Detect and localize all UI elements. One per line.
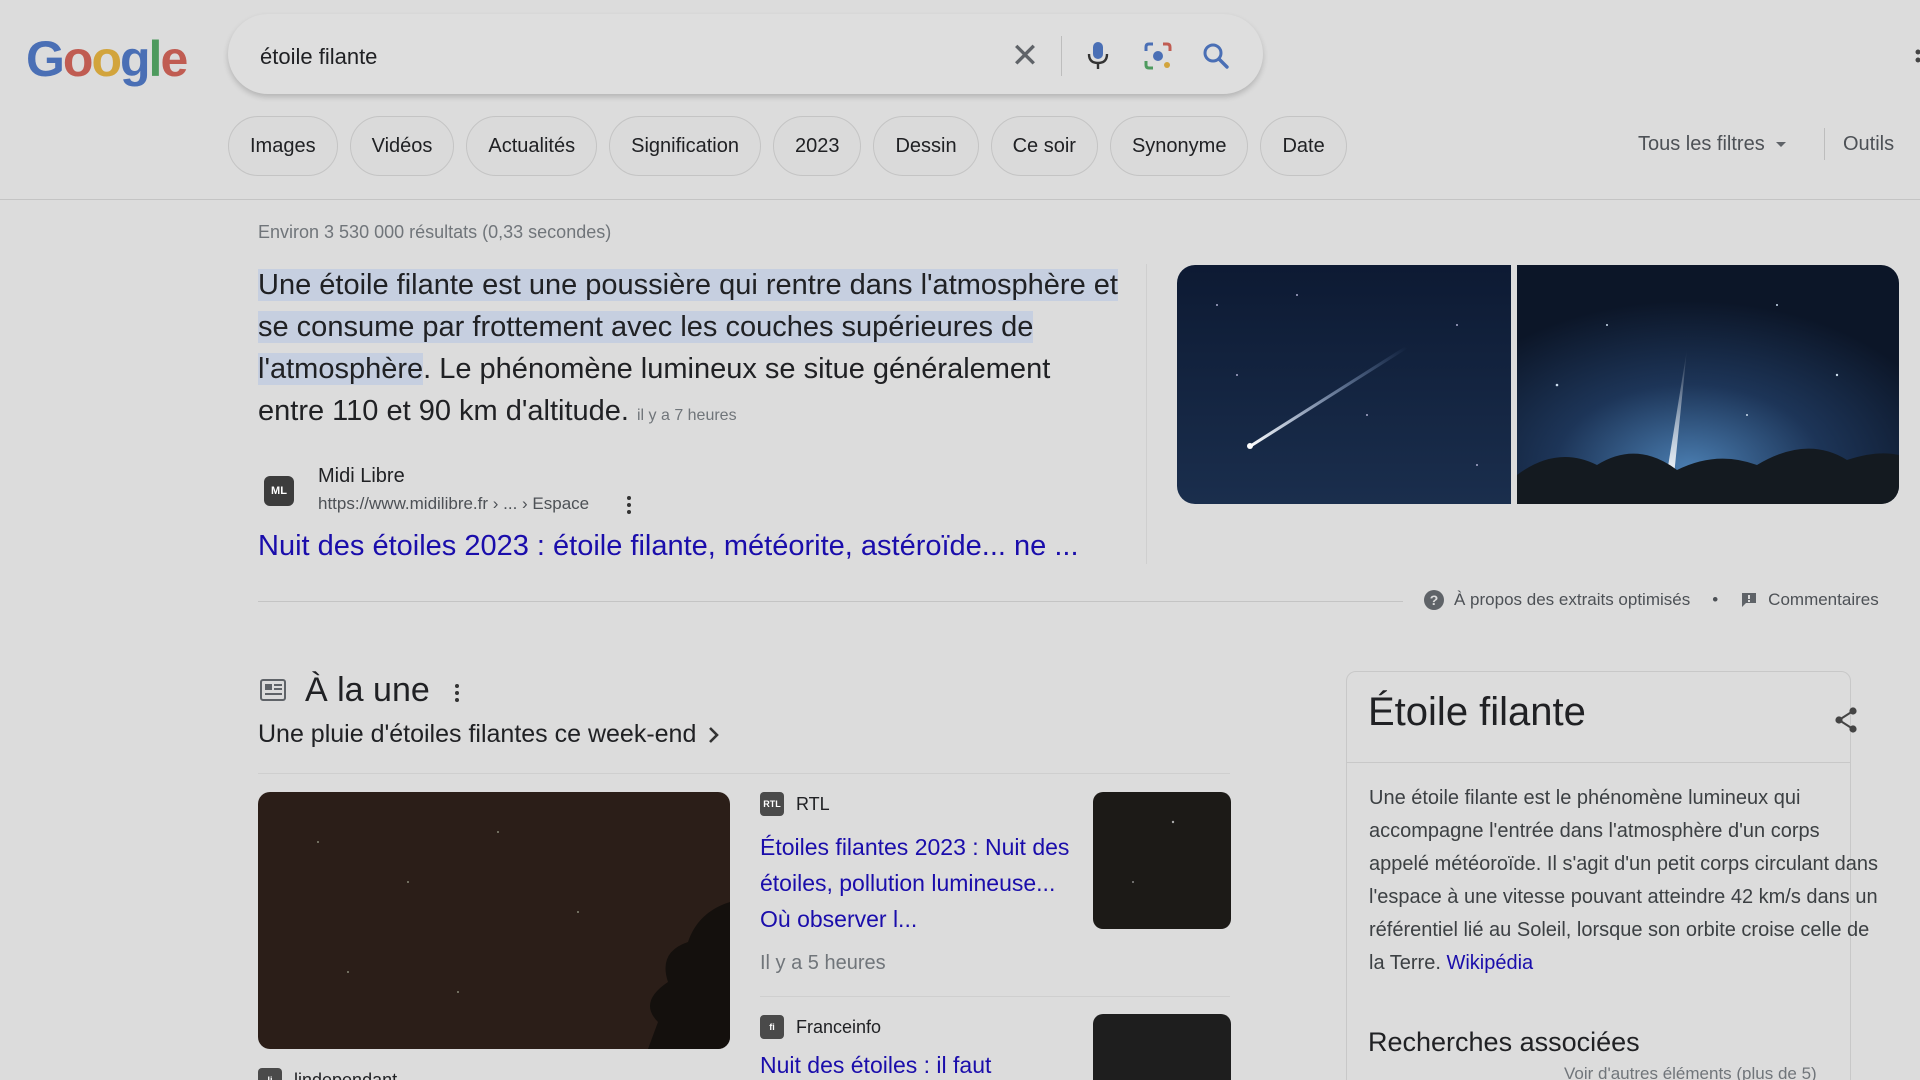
chip-signification[interactable]: Signification xyxy=(609,116,761,176)
story-source-name: Franceinfo xyxy=(796,1016,882,1037)
all-filters-button[interactable]: Tous les filtres xyxy=(1638,133,1787,156)
meteor-image-2[interactable] xyxy=(1517,265,1899,504)
story-source-rtl[interactable]: RTL RTL xyxy=(760,792,830,816)
story-cluster-title: Une pluie d'étoiles filantes ce week-end xyxy=(258,720,697,748)
rtl-favicon: RTL xyxy=(760,792,784,816)
chip-dessin[interactable]: Dessin xyxy=(873,116,979,176)
story-source-name: lindependant xyxy=(294,1069,398,1080)
story-divider xyxy=(258,773,1230,774)
filters-divider xyxy=(1824,128,1825,160)
source-name[interactable]: Midi Libre xyxy=(318,465,405,488)
header-divider xyxy=(0,199,1920,200)
lens-icon[interactable] xyxy=(1138,36,1178,76)
story-time: Il y a 5 heures xyxy=(760,952,886,974)
logo-letter: l xyxy=(148,31,163,87)
logo-letter: G xyxy=(26,31,65,87)
search-input[interactable]: étoile filante xyxy=(260,44,377,70)
story-source-lindependant[interactable]: li lindependant xyxy=(258,1068,397,1080)
share-icon[interactable] xyxy=(1833,706,1859,734)
logo-letter: o xyxy=(91,31,122,87)
snippet-bottom-divider xyxy=(258,601,1403,602)
logo-letter: e xyxy=(160,31,188,87)
chip-2023[interactable]: 2023 xyxy=(772,116,862,176)
dropdown-icon xyxy=(1775,141,1786,147)
chip-videos[interactable]: Vidéos xyxy=(349,116,455,176)
story-source-franceinfo[interactable]: fi Franceinfo xyxy=(760,1015,881,1039)
story-title-link[interactable]: Nuit des étoiles : il faut xyxy=(760,1052,991,1079)
source-url[interactable]: https://www.midilibre.fr › ... › Espace xyxy=(318,494,589,514)
snippet-footer: ? À propos des extraits optimisés • Comm… xyxy=(1424,590,1879,610)
chip-ce-soir[interactable]: Ce soir xyxy=(990,116,1098,176)
story-item-divider xyxy=(760,996,1230,997)
feedback-link[interactable]: Commentaires xyxy=(1768,590,1879,610)
featured-snippet-text: Une étoile filante est une poussière qui… xyxy=(258,264,1118,437)
logo-letter: g xyxy=(120,31,151,87)
news-icon xyxy=(260,678,286,702)
snippet-time: il y a 7 heures xyxy=(636,407,737,424)
search-icon[interactable] xyxy=(1196,36,1236,76)
story-thumbnail[interactable] xyxy=(1093,792,1231,929)
filter-chips: Images Vidéos Actualités Signification 2… xyxy=(228,116,1347,176)
apps-icon[interactable] xyxy=(1912,48,1920,64)
story-cluster-link[interactable]: Une pluie d'étoiles filantes ce week-end xyxy=(258,720,720,749)
result-stats: Environ 3 530 000 résultats (0,33 second… xyxy=(258,222,612,242)
story-main-image[interactable] xyxy=(258,792,730,1049)
chevron-right-icon xyxy=(709,726,720,743)
kp-description-text: Une étoile filante est le phénomène lumi… xyxy=(1369,787,1879,974)
chip-actualites[interactable]: Actualités xyxy=(466,116,598,176)
story-thumbnail[interactable] xyxy=(1093,1014,1231,1080)
all-filters-label: Tous les filtres xyxy=(1638,133,1765,155)
about-snippets-link[interactable]: À propos des extraits optimisés xyxy=(1454,590,1690,610)
feedback-icon[interactable] xyxy=(1740,591,1758,609)
search-divider xyxy=(1061,36,1062,76)
related-searches-title: Recherches associées xyxy=(1368,1027,1640,1057)
tools-button[interactable]: Outils xyxy=(1843,133,1894,156)
snippet-result-link[interactable]: Nuit des étoiles 2023 : étoile filante, … xyxy=(258,530,1079,563)
logo-letter: o xyxy=(62,31,94,87)
chip-synonyme[interactable]: Synonyme xyxy=(1109,116,1249,176)
knowledge-panel-description: Une étoile filante est le phénomène lumi… xyxy=(1369,782,1879,980)
google-logo[interactable]: Google xyxy=(26,30,188,88)
kebab-menu-icon[interactable] xyxy=(622,494,636,516)
wikipedia-link[interactable]: Wikipédia xyxy=(1446,952,1533,974)
clear-icon[interactable]: ✕ xyxy=(1005,36,1045,76)
chip-date[interactable]: Date xyxy=(1260,116,1347,176)
meteor-image-1[interactable] xyxy=(1177,265,1511,504)
kebab-menu-icon[interactable] xyxy=(451,681,463,705)
chip-images[interactable]: Images xyxy=(228,116,338,176)
knowledge-panel-divider xyxy=(1347,762,1850,763)
snippet-divider xyxy=(1146,264,1147,564)
story-title-link[interactable]: Étoiles filantes 2023 : Nuit des étoiles… xyxy=(760,829,1080,937)
lindependant-favicon: li xyxy=(258,1068,282,1080)
story-source-name: RTL xyxy=(796,793,830,814)
franceinfo-favicon: fi xyxy=(760,1015,784,1039)
help-icon[interactable]: ? xyxy=(1424,590,1444,610)
source-favicon[interactable]: ML xyxy=(264,476,294,506)
mic-icon[interactable] xyxy=(1078,36,1118,76)
top-stories-title: À la une xyxy=(305,671,430,709)
knowledge-panel-title: Étoile filante xyxy=(1368,690,1586,734)
footer-separator: • xyxy=(1712,590,1719,609)
more-related-link[interactable]: Voir d'autres éléments (plus de 5) xyxy=(1564,1064,1817,1080)
